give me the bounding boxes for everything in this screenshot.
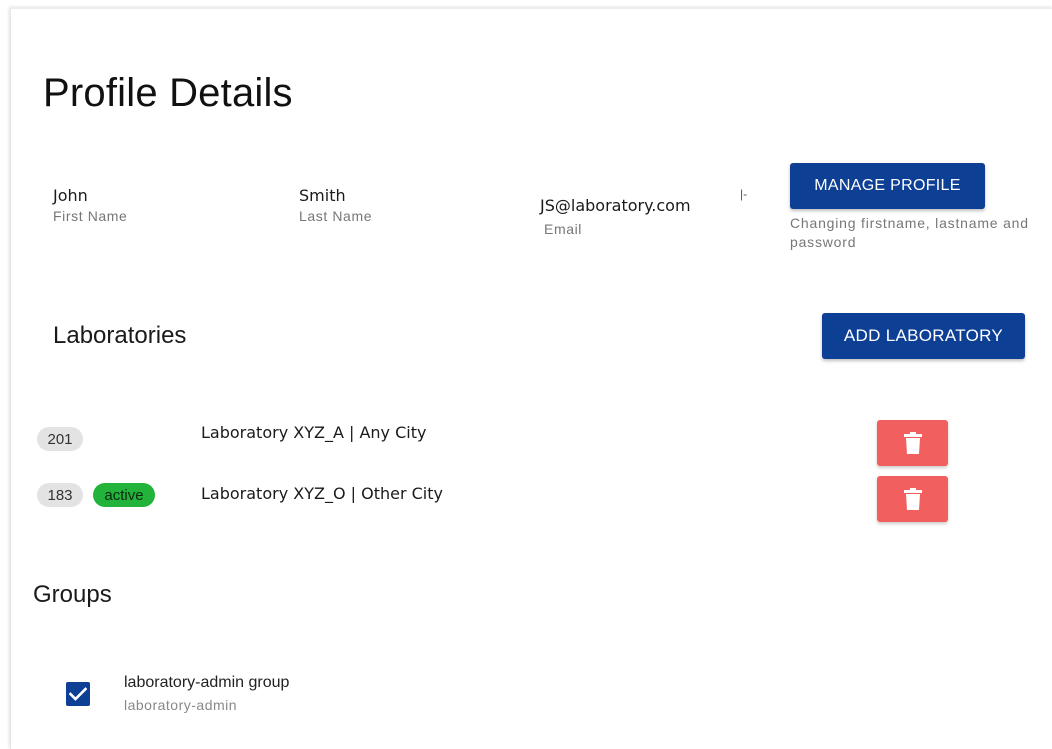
delete-lab-button[interactable] (877, 420, 948, 466)
lab-name: Laboratory XYZ_O | Other City (201, 484, 443, 503)
first-name-label: First Name (53, 208, 128, 224)
lab-id-chip: 201 (37, 427, 83, 451)
stray-mark: |- (740, 187, 748, 201)
lab-name: Laboratory XYZ_A | Any City (201, 423, 427, 442)
email-value: JS@laboratory.com (540, 196, 691, 215)
manage-profile-helper: Changing firstname, lastname and passwor… (790, 215, 1029, 250)
first-name-field: John First Name (53, 186, 127, 224)
last-name-label: Last Name (299, 208, 373, 224)
lab-id-chip: 183 (37, 483, 83, 507)
page-title: Profile Details (43, 71, 293, 115)
delete-lab-button[interactable] (877, 476, 948, 522)
trash-icon (903, 432, 922, 454)
first-name-value: John (53, 186, 88, 205)
group-item: laboratory-admin group laboratory-admin (124, 674, 289, 713)
profile-card: Profile Details John First Name Smith La… (10, 8, 1052, 749)
status-badge: active (93, 483, 155, 507)
last-name-field: Smith Last Name (299, 186, 372, 224)
email-field: JS@laboratory.com Email (540, 196, 691, 237)
last-name-value: Smith (299, 186, 346, 205)
check-icon (69, 687, 87, 701)
add-laboratory-button[interactable]: ADD LABORATORY (822, 313, 1025, 359)
email-label: Email (544, 221, 583, 237)
trash-icon (903, 488, 922, 510)
group-name: laboratory-admin group (124, 674, 290, 691)
manage-profile-button[interactable]: MANAGE PROFILE (790, 163, 985, 209)
laboratories-title: Laboratories (53, 322, 187, 349)
group-checkbox[interactable] (66, 682, 90, 706)
groups-title: Groups (33, 581, 112, 608)
group-subtitle: laboratory-admin (124, 697, 238, 713)
